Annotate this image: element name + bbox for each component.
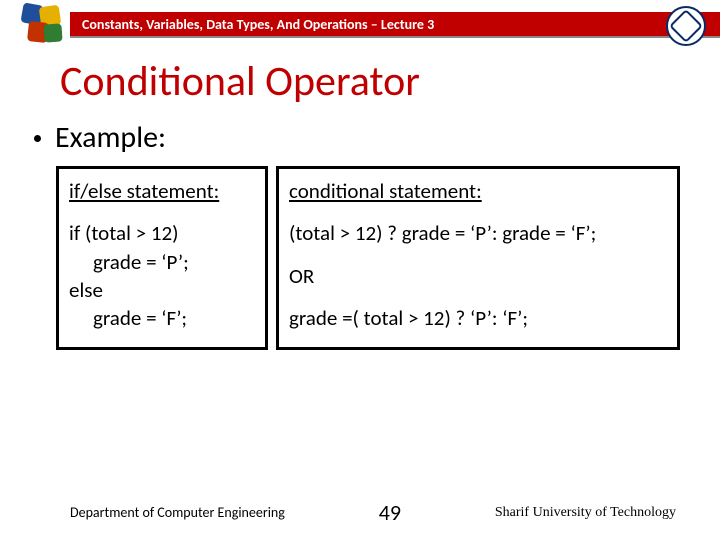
lecture-title-bar: Constants, Variables, Data Types, And Op…: [70, 12, 720, 38]
code-line: grade = ‘F’;: [69, 304, 255, 332]
slide-title: Conditional Operator: [60, 56, 720, 107]
lecture-title: Constants, Variables, Data Types, And Op…: [82, 16, 434, 33]
page-number: 49: [379, 499, 401, 526]
puzzle-logo-icon: [22, 4, 64, 46]
if-else-box: if/else statement: if (total > 12) grade…: [56, 166, 268, 350]
header-bar: Constants, Variables, Data Types, And Op…: [0, 0, 720, 46]
code-line: grade =( total > 12) ? ‘P’: ‘F’;: [289, 304, 667, 332]
code-line: else: [69, 276, 255, 304]
or-label: OR: [289, 262, 667, 290]
code-line: (total > 12) ? grade = ‘P’: grade = ‘F’;: [289, 219, 667, 247]
code-line: if (total > 12): [69, 219, 255, 247]
code-line: grade = ‘P’;: [69, 248, 255, 276]
university-seal-icon: [666, 6, 706, 46]
left-heading: if/else statement:: [69, 177, 255, 205]
conditional-box: conditional statement: (total > 12) ? gr…: [276, 166, 680, 350]
code-comparison: if/else statement: if (total > 12) grade…: [56, 166, 680, 350]
right-heading: conditional statement:: [289, 177, 667, 205]
department-label: Department of Computer Engineering: [70, 504, 285, 521]
bullet-dot-icon: [34, 135, 41, 142]
bullet-text: Example:: [55, 119, 166, 156]
bullet-example: Example:: [34, 119, 720, 156]
slide-footer: Department of Computer Engineering 49 Sh…: [0, 499, 720, 526]
university-label: Sharif University of Technology: [495, 505, 676, 521]
